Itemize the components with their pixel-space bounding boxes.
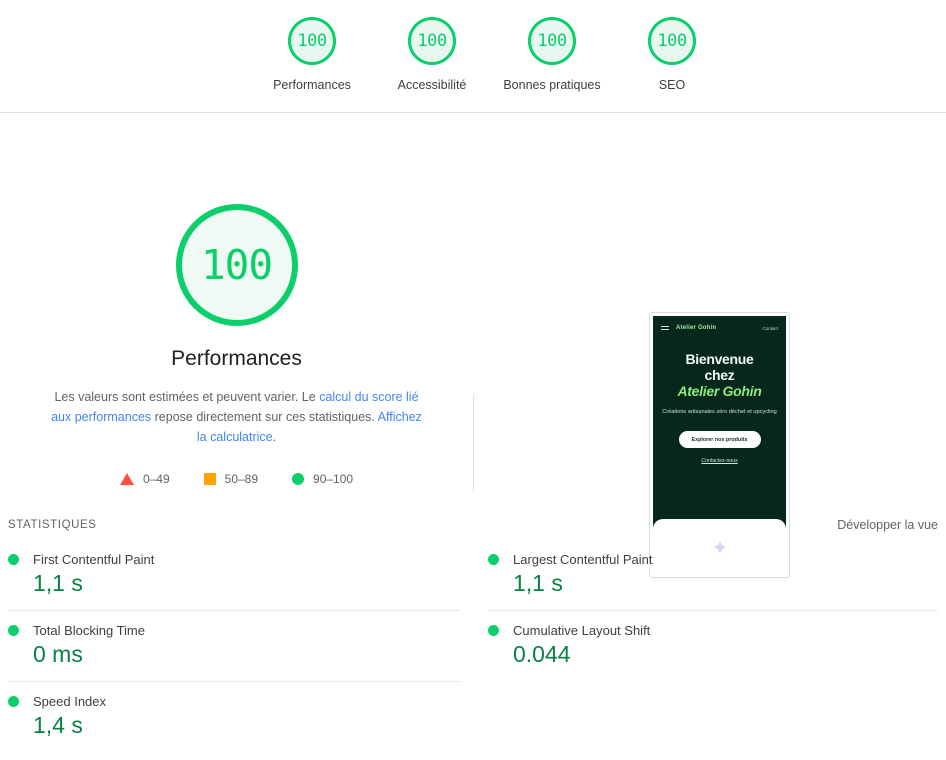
legend-item-poor: 0–49 (119, 472, 170, 486)
score-gauge-icon: 100 (288, 17, 336, 65)
metric-label: Largest Contentful Paint (513, 552, 653, 567)
metric-header: Largest Contentful Paint (488, 552, 938, 567)
status-circle-icon (488, 554, 499, 565)
hamburger-menu-icon (661, 326, 669, 330)
metric-label: First Contentful Paint (33, 552, 155, 567)
page-title: Performances (171, 347, 302, 370)
triangle-icon (119, 473, 134, 485)
status-circle-icon (8, 625, 19, 636)
metrics-column-left: First Contentful Paint 1,1 s Total Block… (0, 540, 473, 752)
score-gauge-icon: 100 (408, 17, 456, 65)
circle-icon (292, 473, 305, 485)
metrics-grid: First Contentful Paint 1,1 s Total Block… (0, 540, 946, 752)
thumbnail-cta-button: Explorer nos produits (678, 431, 761, 448)
thumbnail-secondary-link: Contactez-nous (701, 458, 738, 464)
category-scores-bar: 100 Performances 100 Accessibilité 100 B… (0, 0, 946, 113)
category-score-accessibilite[interactable]: 100 Accessibilité (372, 17, 492, 92)
metric-value: 0.044 (513, 641, 571, 667)
metric-value: 1,1 s (513, 570, 563, 596)
gauge-score-value: 100 (417, 31, 447, 51)
metric-header: Speed Index (8, 694, 460, 709)
metric-cumulative-layout-shift[interactable]: Cumulative Layout Shift 0.044 (488, 611, 938, 681)
vertical-divider (473, 395, 474, 491)
legend-range: 50–89 (224, 472, 259, 486)
page-screenshot-thumbnail[interactable]: Atelier Gohin Contact Bienvenue chez Ate… (649, 312, 790, 578)
thumbnail-navbar: Atelier Gohin Contact (653, 316, 786, 331)
legend-item-average: 50–89 (203, 472, 259, 486)
headline-accent: Atelier Gohin (677, 383, 762, 399)
thumbnail-nav-link: Contact (762, 325, 778, 331)
performance-score-value: 100 (200, 241, 273, 289)
metric-total-blocking-time[interactable]: Total Blocking Time 0 ms (8, 611, 460, 682)
thumbnail-subtitle: Créations artisanales zéro déchet et upc… (662, 409, 777, 415)
legend-range: 0–49 (142, 472, 170, 486)
performance-hero: 100 Performances Les valeurs sont estimé… (0, 113, 946, 578)
square-icon (203, 473, 216, 485)
metric-label: Total Blocking Time (33, 623, 145, 638)
score-legend: 0–49 50–89 90–100 (0, 472, 473, 486)
status-circle-icon (8, 554, 19, 565)
score-gauge-icon: 100 (528, 17, 576, 65)
score-gauge-icon: 100 (648, 17, 696, 65)
description-text-2: repose directement sur ces statistiques. (151, 410, 378, 424)
metric-first-contentful-paint[interactable]: First Contentful Paint 1,1 s (8, 540, 460, 611)
performance-score-block: 100 Performances Les valeurs sont estimé… (0, 113, 473, 486)
metric-label: Speed Index (33, 694, 107, 709)
legend-item-good: 90–100 (292, 472, 353, 486)
thumbnail-navbar-left: Atelier Gohin (661, 325, 716, 331)
gauge-label: Accessibilité (397, 78, 467, 92)
metrics-section-header: STATISTIQUES Développer la vue (0, 512, 946, 538)
headline-line-1: Bienvenue (685, 351, 754, 367)
headline-line-2: chez (704, 367, 735, 383)
thumbnail-brand: Atelier Gohin (676, 325, 717, 331)
metrics-column-right: Largest Contentful Paint 1,1 s Cumulativ… (473, 540, 946, 752)
description-text-1: Les valeurs sont estimées et peuvent var… (54, 390, 320, 404)
gauge-label: SEO (658, 78, 686, 92)
category-score-performances[interactable]: 100 Performances (252, 17, 372, 92)
metric-header: Total Blocking Time (8, 623, 460, 638)
expand-view-button[interactable]: Développer la vue (837, 518, 938, 532)
metric-header: First Contentful Paint (8, 552, 460, 567)
category-score-bonnes-pratiques[interactable]: 100 Bonnes pratiques (492, 17, 612, 92)
status-circle-icon (488, 625, 499, 636)
gauge-score-value: 100 (657, 31, 687, 51)
metric-value: 1,1 s (33, 570, 83, 596)
metric-label: Cumulative Layout Shift (513, 623, 651, 638)
description-text-3: . (272, 430, 277, 444)
metric-speed-index[interactable]: Speed Index 1,4 s (8, 682, 460, 752)
gauge-label: Bonnes pratiques (503, 78, 601, 92)
gauge-label: Performances (273, 78, 351, 92)
category-score-seo[interactable]: 100 SEO (612, 17, 732, 92)
metric-value: 1,4 s (33, 712, 83, 738)
gauge-score-value: 100 (537, 31, 567, 51)
metrics-title: STATISTIQUES (8, 519, 97, 531)
metric-largest-contentful-paint[interactable]: Largest Contentful Paint 1,1 s (488, 540, 938, 611)
thumbnail-headline: Bienvenue chez Atelier Gohin (661, 351, 778, 399)
score-description: Les valeurs sont estimées et peuvent var… (47, 387, 427, 447)
legend-range: 90–100 (313, 472, 354, 486)
status-circle-icon (8, 696, 19, 707)
performance-score-gauge-icon: 100 (175, 204, 298, 326)
metric-header: Cumulative Layout Shift (488, 623, 938, 638)
gauge-score-value: 100 (297, 31, 327, 51)
thumbnail-hero: Bienvenue chez Atelier Gohin Créations a… (653, 331, 786, 464)
category-scores-row: 100 Performances 100 Accessibilité 100 B… (0, 0, 946, 92)
metric-value: 0 ms (33, 641, 83, 667)
